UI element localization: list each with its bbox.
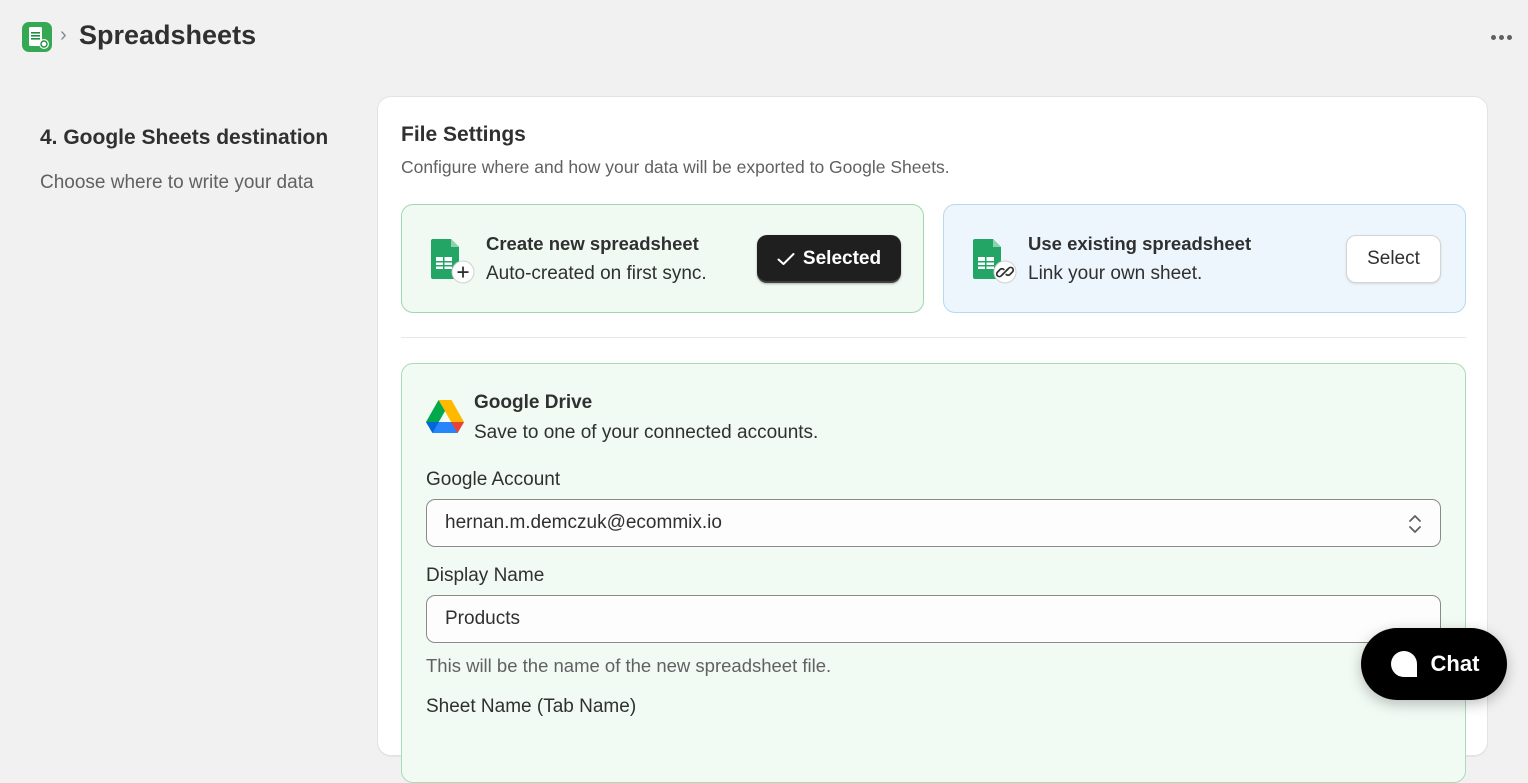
selected-button-label: Selected — [802, 248, 882, 269]
display-name-help-text: This will be the name of the new spreads… — [426, 655, 832, 676]
option-description: Auto-created on first sync. — [486, 263, 707, 284]
file-settings-card: File Settings Configure where and how yo… — [377, 96, 1488, 783]
option-use-existing-spreadsheet[interactable]: Use existing spreadsheet Link your own s… — [943, 204, 1466, 313]
checkmark-icon — [777, 253, 795, 265]
chat-button[interactable]: Chat — [1361, 628, 1507, 700]
google-drive-title: Google Drive — [474, 392, 593, 413]
google-account-value: hernan.m.demczuk@ecommix.io — [445, 512, 722, 533]
chat-bubble-icon — [1390, 651, 1417, 677]
google-drive-description: Save to one of your connected accounts. — [474, 422, 819, 443]
google-sheets-app-icon — [22, 22, 52, 52]
sheet-name-label: Sheet Name (Tab Name) — [426, 696, 637, 717]
display-name-value: Products — [445, 608, 520, 629]
breadcrumb-separator: › — [60, 24, 67, 46]
selected-button[interactable]: Selected — [757, 235, 901, 283]
google-account-label: Google Account — [426, 469, 561, 490]
display-name-input[interactable]: Products — [426, 595, 1441, 643]
option-description: Link your own sheet. — [1028, 263, 1203, 284]
ellipsis-icon — [1490, 34, 1496, 40]
google-account-select[interactable]: hernan.m.demczuk@ecommix.io — [426, 499, 1441, 547]
file-settings-title: File Settings — [401, 123, 526, 146]
option-title: Create new spreadsheet — [486, 233, 699, 254]
section-heading: 4. Google Sheets destination — [40, 126, 329, 149]
display-name-label: Display Name — [426, 565, 545, 586]
google-drive-icon — [426, 400, 464, 433]
divider — [401, 337, 1466, 338]
google-drive-panel: Google Drive Save to one of your connect… — [401, 363, 1466, 783]
chat-button-label: Chat — [1430, 651, 1480, 676]
file-settings-subtitle: Configure where and how your data will b… — [401, 157, 950, 177]
section-description: Choose where to write your data — [40, 172, 314, 193]
select-button[interactable]: Select — [1346, 235, 1441, 283]
top-bar: › Spreadsheets — [0, 0, 1528, 74]
more-actions-button[interactable] — [1487, 26, 1515, 48]
option-create-new-spreadsheet[interactable]: Create new spreadsheet Auto-created on f… — [401, 204, 924, 313]
sheet-link-icon — [973, 239, 1017, 284]
page-title: Spreadsheets — [79, 20, 257, 50]
sheet-plus-icon — [431, 239, 475, 284]
chevron-up-down-icon — [1409, 515, 1421, 533]
option-title: Use existing spreadsheet — [1028, 233, 1252, 254]
